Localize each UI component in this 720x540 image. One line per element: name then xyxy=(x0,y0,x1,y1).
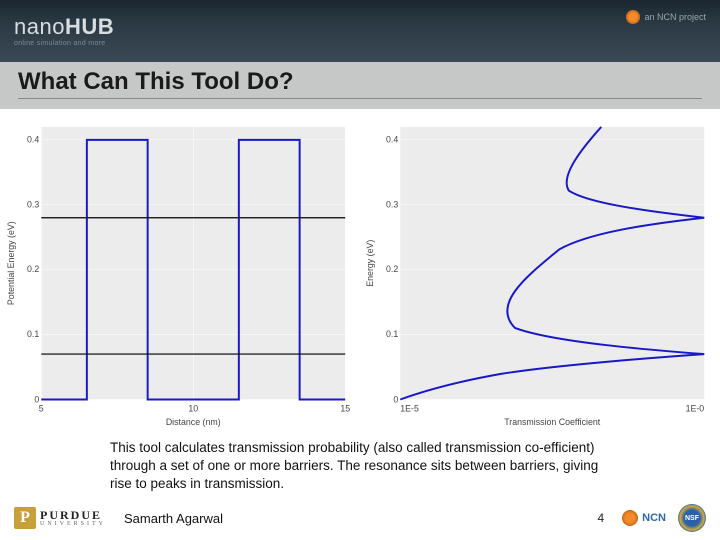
logo-nano: nano xyxy=(14,14,65,39)
footer: P PURDUE UNIVERSITY Samarth Agarwal 4 NC… xyxy=(0,496,720,540)
chart-potential: 0 0.1 0.2 0.3 0.4 5 10 15 Distance (nm) … xyxy=(4,115,357,433)
y-tick: 0.3 xyxy=(27,199,39,209)
chart-potential-svg: 0 0.1 0.2 0.3 0.4 5 10 15 Distance (nm) … xyxy=(4,115,357,433)
x-tick: 5 xyxy=(39,403,44,413)
page-title: What Can This Tool Do? xyxy=(18,68,702,96)
nsf-text: NSF xyxy=(685,515,699,522)
description-text: This tool calculates transmission probab… xyxy=(0,435,720,496)
ncn-project-badge: an NCN project xyxy=(626,10,706,24)
ncn-footer-text: NCN xyxy=(642,512,666,524)
y-tick: 0.1 xyxy=(386,329,398,339)
charts-row: 0 0.1 0.2 0.3 0.4 5 10 15 Distance (nm) … xyxy=(0,109,720,435)
x-tick: 1E-5 xyxy=(400,403,419,413)
purdue-name: PURDUE xyxy=(40,509,106,521)
purdue-text: PURDUE UNIVERSITY xyxy=(40,509,106,527)
y-tick: 0.4 xyxy=(27,135,39,145)
y-axis-label: Potential Energy (eV) xyxy=(6,221,16,305)
x-tick: 15 xyxy=(340,403,350,413)
logo-hub: HUB xyxy=(65,14,114,39)
ncn-project-text: an NCN project xyxy=(644,12,706,22)
ncn-swirl-icon xyxy=(626,10,640,24)
author-name: Samarth Agarwal xyxy=(124,511,223,526)
y-tick: 0 xyxy=(393,394,398,404)
y-axis-label: Energy (eV) xyxy=(365,240,375,287)
x-axis-label: Transmission Coefficient xyxy=(504,417,601,427)
y-tick: 0.2 xyxy=(27,264,39,274)
nanohub-logo: nanoHUB online simulation and more xyxy=(14,16,114,47)
ncn-swirl-icon xyxy=(622,510,638,526)
chart-transmission-svg: 0 0.1 0.2 0.3 0.4 1E-5 1E-0 Transmission… xyxy=(363,115,716,433)
purdue-sub: UNIVERSITY xyxy=(40,521,106,527)
page-number: 4 xyxy=(597,511,604,525)
title-underline xyxy=(18,98,702,99)
header-band: nanoHUB online simulation and more an NC… xyxy=(0,0,720,62)
logo-main: nanoHUB xyxy=(14,16,114,38)
ncn-footer-badge: NCN xyxy=(622,510,666,526)
purdue-p-icon: P xyxy=(14,507,36,529)
y-tick: 0.4 xyxy=(386,135,398,145)
logo-tagline: online simulation and more xyxy=(14,40,114,47)
purdue-logo: P PURDUE UNIVERSITY xyxy=(14,507,106,529)
y-tick: 0.3 xyxy=(386,199,398,209)
x-tick: 1E-0 xyxy=(686,403,705,413)
y-tick: 0.2 xyxy=(386,264,398,274)
chart-transmission: 0 0.1 0.2 0.3 0.4 1E-5 1E-0 Transmission… xyxy=(363,115,716,433)
x-tick: 10 xyxy=(188,403,198,413)
y-tick: 0.1 xyxy=(27,329,39,339)
nsf-logo: NSF xyxy=(678,504,706,532)
title-bar: What Can This Tool Do? xyxy=(0,62,720,109)
x-axis-label: Distance (nm) xyxy=(166,417,221,427)
